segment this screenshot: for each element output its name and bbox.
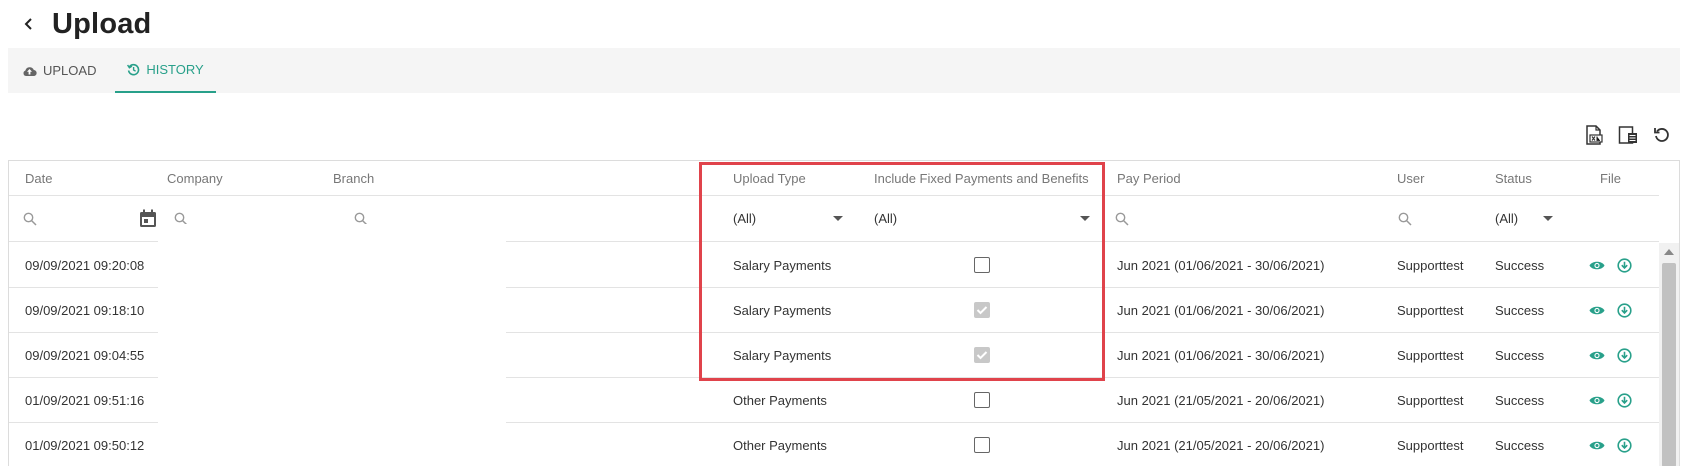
chevron-down-icon [833, 216, 843, 221]
cell-pay-period: Jun 2021 (21/05/2021 - 20/06/2021) [1117, 392, 1325, 408]
cell-file [1589, 288, 1632, 332]
include-fixed-checkbox[interactable] [974, 437, 990, 453]
include-fixed-filter-value: (All) [874, 211, 898, 226]
history-icon [127, 63, 140, 76]
status-filter[interactable]: (All) [1495, 196, 1553, 241]
upload-type-filter[interactable]: (All) [733, 196, 843, 241]
cell-include-fixed [974, 288, 990, 332]
col-header-branch[interactable]: Branch [333, 161, 374, 195]
scrollbar-thumb[interactable] [1662, 263, 1676, 466]
col-header-upload-type[interactable]: Upload Type [733, 161, 806, 195]
cell-pay-period: Jun 2021 (21/05/2021 - 20/06/2021) [1117, 437, 1325, 453]
tab-history[interactable]: HISTORY [115, 48, 216, 93]
download-icon[interactable] [1617, 392, 1632, 408]
user-filter[interactable] [1398, 196, 1412, 241]
col-header-include-fixed[interactable]: Include Fixed Payments and Benefits [874, 161, 1089, 195]
grid-header-row: Date Company Branch Upload Type Include … [9, 161, 1659, 196]
page-title: Upload [52, 7, 152, 40]
cloud-upload-icon [22, 65, 37, 77]
include-fixed-filter[interactable]: (All) [874, 196, 1090, 241]
include-fixed-checkbox[interactable] [974, 302, 990, 318]
cell-status: Success [1495, 437, 1545, 453]
cell-file [1589, 378, 1632, 422]
cell-include-fixed [974, 378, 990, 422]
cell-include-fixed [974, 333, 990, 377]
cell-date: 09/09/2021 09:20:08 [25, 257, 145, 273]
search-icon [1398, 212, 1412, 226]
include-fixed-checkbox[interactable] [974, 392, 990, 408]
col-header-file[interactable]: File [1600, 161, 1621, 195]
status-filter-value: (All) [1495, 211, 1519, 226]
cell-date: 01/09/2021 09:50:12 [25, 437, 145, 453]
cell-date: 09/09/2021 09:04:55 [25, 347, 145, 363]
cell-file [1589, 423, 1632, 466]
cell-status: Success [1495, 392, 1545, 408]
export-button[interactable] [1583, 124, 1605, 146]
tab-upload-label: UPLOAD [43, 63, 97, 78]
cell-date: 01/09/2021 09:51:16 [25, 392, 145, 408]
refresh-button[interactable] [1651, 124, 1673, 146]
eye-icon[interactable] [1589, 305, 1605, 316]
cell-upload-type: Salary Payments [733, 347, 832, 363]
search-icon [1115, 212, 1129, 226]
eye-icon[interactable] [1589, 260, 1605, 271]
cell-include-fixed [974, 423, 990, 466]
include-fixed-checkbox[interactable] [974, 257, 990, 273]
redacted-region [158, 224, 506, 466]
cell-pay-period: Jun 2021 (01/06/2021 - 30/06/2021) [1117, 347, 1325, 363]
cell-upload-type: Salary Payments [733, 302, 832, 318]
refresh-icon [1654, 128, 1669, 142]
include-fixed-checkbox[interactable] [974, 347, 990, 363]
eye-icon[interactable] [1589, 350, 1605, 361]
cell-status: Success [1495, 347, 1545, 363]
chevron-down-icon [1543, 216, 1553, 221]
upload-page: Upload UPLOAD HISTORY Date Company Branc… [0, 0, 1687, 466]
chevron-left-icon [24, 18, 32, 30]
grid-toolbar [1583, 124, 1673, 146]
col-header-date[interactable]: Date [25, 161, 52, 195]
pay-period-filter[interactable] [1115, 196, 1129, 241]
cell-user: Supporttest [1397, 392, 1464, 408]
column-chooser-button[interactable] [1617, 124, 1639, 146]
cell-include-fixed [974, 243, 990, 287]
vertical-scrollbar[interactable] [1659, 243, 1679, 466]
cell-file [1589, 333, 1632, 377]
cell-upload-type: Salary Payments [733, 257, 832, 273]
download-icon[interactable] [1617, 437, 1632, 453]
cell-status: Success [1495, 302, 1545, 318]
cell-file [1589, 243, 1632, 287]
cell-user: Supporttest [1397, 437, 1464, 453]
cell-date: 09/09/2021 09:18:10 [25, 302, 145, 318]
cell-status: Success [1495, 257, 1545, 273]
date-filter[interactable] [23, 196, 157, 241]
download-icon[interactable] [1617, 302, 1632, 318]
download-icon[interactable] [1617, 347, 1632, 363]
page-header: Upload [18, 4, 151, 44]
tab-upload[interactable]: UPLOAD [22, 48, 96, 93]
chevron-down-icon [1080, 216, 1090, 221]
cell-pay-period: Jun 2021 (01/06/2021 - 30/06/2021) [1117, 257, 1325, 273]
cell-user: Supporttest [1397, 257, 1464, 273]
calendar-icon[interactable] [139, 209, 157, 228]
col-header-pay-period[interactable]: Pay Period [1117, 161, 1181, 195]
scroll-up-icon[interactable] [1664, 249, 1674, 255]
cell-user: Supporttest [1397, 347, 1464, 363]
col-header-user[interactable]: User [1397, 161, 1424, 195]
col-header-company[interactable]: Company [167, 161, 223, 195]
download-icon[interactable] [1617, 257, 1632, 273]
search-icon [23, 212, 37, 226]
export-excel-icon [1586, 125, 1603, 145]
col-header-status[interactable]: Status [1495, 161, 1532, 195]
cell-user: Supporttest [1397, 302, 1464, 318]
back-button[interactable] [18, 13, 40, 35]
upload-type-filter-value: (All) [733, 211, 757, 226]
cell-upload-type: Other Payments [733, 392, 827, 408]
eye-icon[interactable] [1589, 440, 1605, 451]
eye-icon[interactable] [1589, 395, 1605, 406]
tab-history-label: HISTORY [146, 62, 204, 77]
cell-upload-type: Other Payments [733, 437, 827, 453]
cell-pay-period: Jun 2021 (01/06/2021 - 30/06/2021) [1117, 302, 1325, 318]
tab-bar: UPLOAD HISTORY [8, 48, 1680, 93]
column-chooser-icon [1618, 126, 1637, 144]
